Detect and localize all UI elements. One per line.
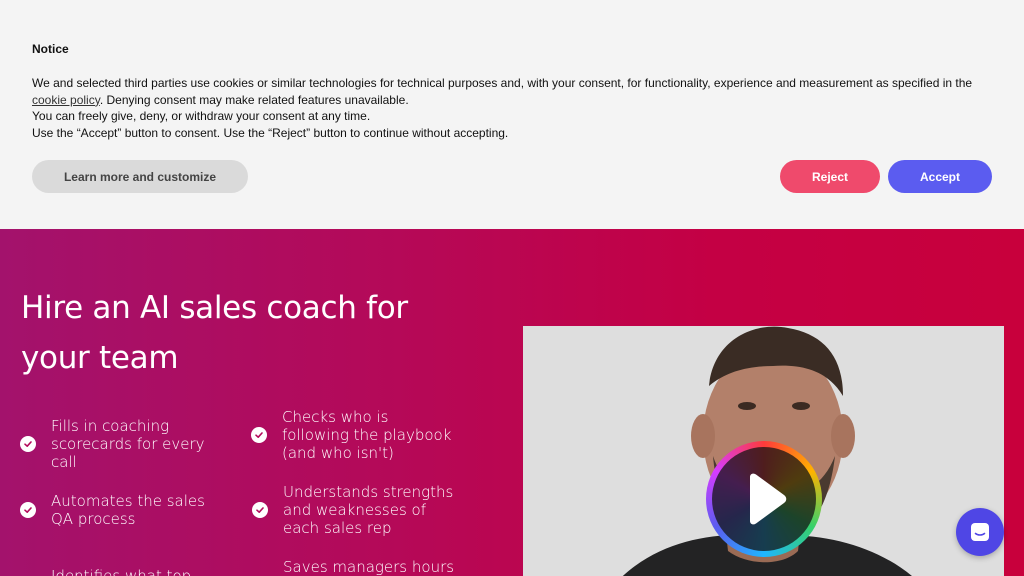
chat-icon [971,523,989,541]
reject-button[interactable]: Reject [780,160,880,193]
notice-line-2: You can freely give, deny, or withdraw y… [32,109,371,124]
feature-text: Understands strengths and weaknesses of … [283,483,454,537]
cookie-notice: Notice We and selected third parties use… [0,0,1024,229]
check-icon [20,502,36,518]
notice-title: Notice [32,42,69,56]
notice-line-1: We and selected third parties use cookie… [32,75,992,108]
check-icon [251,427,267,443]
play-button-inner [712,447,816,551]
chat-launcher-button[interactable] [956,508,1004,556]
notice-text-2: . Denying consent may make related featu… [99,92,409,107]
feature-text: Fills in coaching scorecards for every c… [51,417,205,471]
feature-item: Checks who is following the playbook (an… [251,408,452,462]
cookie-policy-link[interactable]: cookie policy [32,93,100,107]
feature-item: Automates the sales QA process [20,492,211,528]
play-icon [750,473,787,525]
accept-button[interactable]: Accept [888,160,992,193]
feature-item: Saves managers hours [252,558,458,576]
feature-text: Saves managers hours [283,558,455,576]
feature-item: Understands strengths and weaknesses of … [252,483,458,537]
notice-body: We and selected third parties use cookie… [32,75,992,142]
notice-text: We and selected third parties use cookie… [32,76,973,90]
feature-text: Automates the sales QA process [51,492,205,528]
check-icon [252,502,268,518]
play-button[interactable] [706,441,822,557]
feature-text: Checks who is following the playbook (an… [282,408,452,462]
check-icon [20,436,36,452]
hero-title: Hire an AI sales coach for your team [21,290,408,376]
learn-more-button[interactable]: Learn more and customize [32,160,248,193]
video-player[interactable] [523,326,1004,576]
feature-text: Identifies what top [51,567,192,576]
notice-line-3: Use the “Accept” button to consent. Use … [32,126,509,141]
hero-section: Hire an AI sales coach for your team Fil… [0,229,1024,576]
feature-item: Identifies what top [20,567,221,576]
feature-item: Fills in coaching scorecards for every c… [20,417,231,471]
